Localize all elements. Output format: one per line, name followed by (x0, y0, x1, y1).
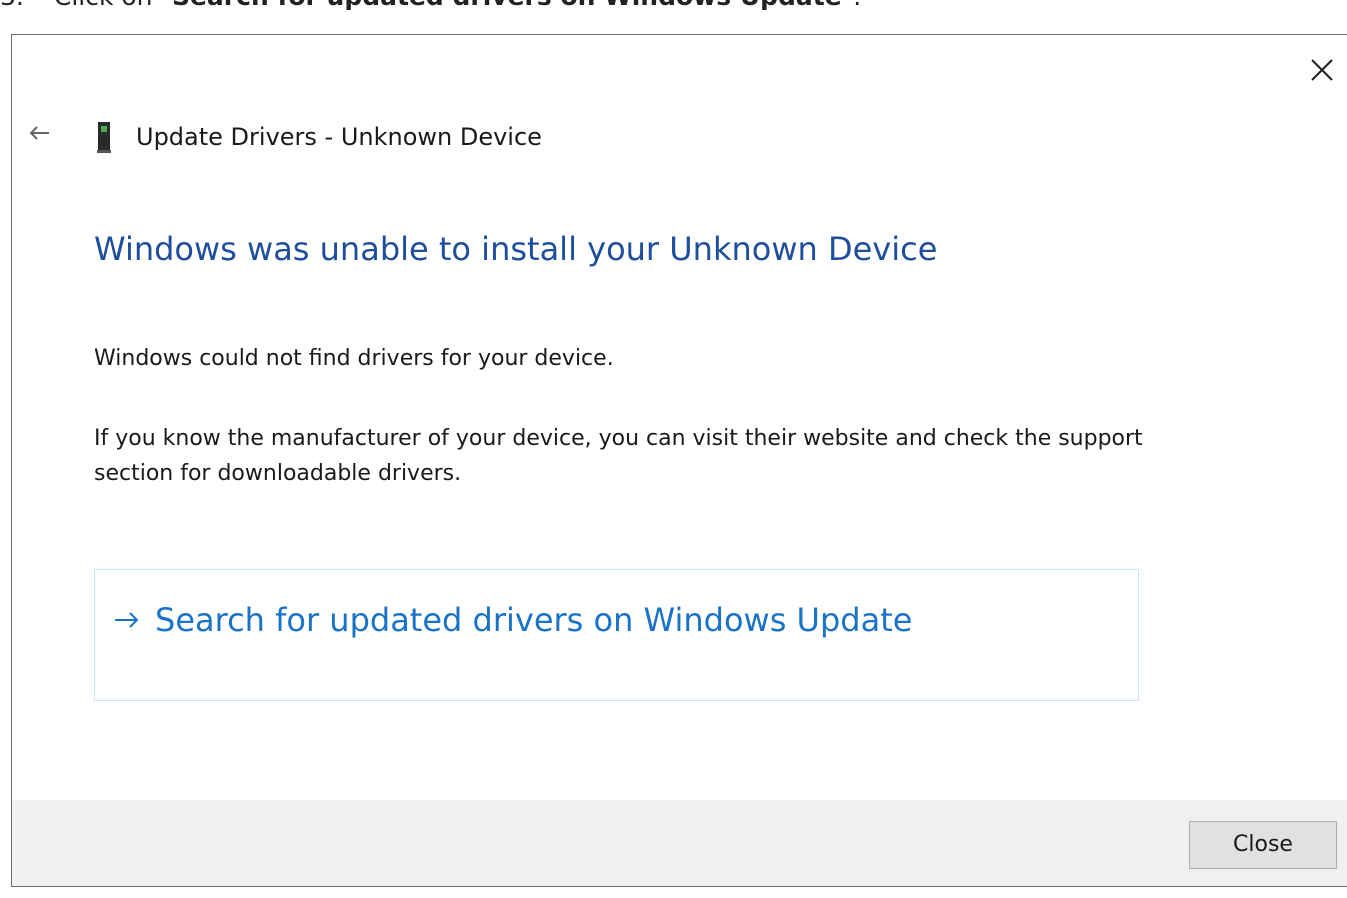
instruction-prefix: Click on " (54, 0, 172, 11)
instruction-bold: Search for updated drivers on Windows Up… (172, 0, 842, 11)
instruction-text: 3. Click on "Search for updated drivers o… (0, 0, 861, 14)
close-icon[interactable] (1307, 55, 1337, 85)
dialog-footer: Close (12, 800, 1347, 886)
dialog-title: Update Drivers - Unknown Device (136, 123, 542, 151)
message-text-2: If you know the manufacturer of your dev… (94, 426, 1143, 486)
search-windows-update-label[interactable]: Search for updated drivers on Windows Up… (155, 596, 912, 644)
arrow-right-icon (113, 610, 141, 630)
search-windows-update-link[interactable]: Search for updated drivers on Windows Up… (94, 569, 1139, 701)
step-number: 3. (0, 0, 24, 11)
dialog-heading: Windows was unable to install your Unkno… (94, 230, 938, 268)
update-drivers-dialog: Update Drivers - Unknown Device Windows … (11, 34, 1347, 887)
instruction-suffix: ". (842, 0, 861, 11)
close-button[interactable]: Close (1189, 821, 1337, 869)
back-arrow-icon[interactable] (27, 123, 53, 143)
device-icon (97, 120, 111, 154)
message-text: Windows could not find drivers for your … (94, 346, 614, 371)
